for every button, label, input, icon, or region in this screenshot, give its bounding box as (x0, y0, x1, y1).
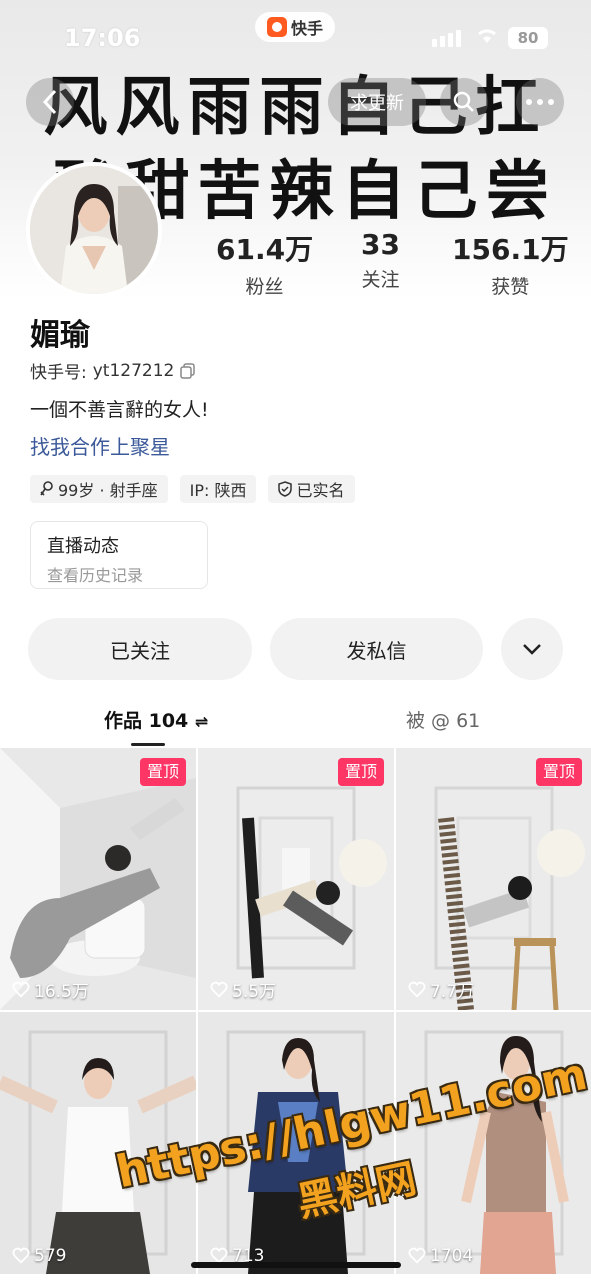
battery-indicator: 80 (508, 27, 548, 49)
like-count-value: 7.7万 (430, 982, 475, 1002)
stat-following[interactable]: 33 关注 (361, 228, 400, 292)
profile-tags: 99岁 · 射手座 IP: 陕西 已实名 (30, 475, 355, 503)
stat-followers[interactable]: 61.4万 粉丝 (216, 228, 313, 299)
request-update-button[interactable]: 求更新 (328, 78, 426, 126)
like-count: 5.5万 (210, 977, 276, 1002)
wifi-icon (476, 26, 498, 50)
chevron-left-icon (42, 89, 57, 115)
pinned-badge: 置顶 (337, 758, 384, 786)
stat-likes[interactable]: 156.1万 获赞 (452, 228, 569, 299)
profile-bio: 一個不善言辭的女人! (30, 399, 209, 421)
heart-icon (408, 1247, 426, 1264)
video-card[interactable]: 置顶 16.5万 (0, 748, 196, 1010)
like-count: 7.7万 (408, 977, 474, 1002)
followers-label: 粉丝 (245, 276, 284, 298)
verified-tag: 已实名 (268, 475, 355, 503)
heart-icon (210, 981, 228, 998)
tab-works[interactable]: 作品 104 ⇌ (104, 706, 208, 733)
followed-button[interactable]: 已关注 (28, 618, 252, 680)
search-icon (453, 91, 474, 112)
home-indicator (191, 1262, 401, 1268)
female-icon (40, 481, 53, 496)
tab-mentions[interactable]: 被 @ 61 (406, 706, 480, 733)
likes-count: 156.1万 (452, 233, 569, 266)
signal-icon (432, 30, 461, 47)
like-count-value: 579 (34, 1246, 67, 1266)
dropdown-button[interactable] (501, 618, 563, 680)
live-history-card[interactable]: 直播动态 查看历史记录 (30, 521, 208, 589)
heart-icon (12, 1247, 30, 1264)
live-title: 直播动态 (47, 536, 119, 557)
kuaishou-logo-icon (266, 17, 287, 37)
app-name: 快手 (290, 19, 323, 38)
tab-works-label: 作品 104 (104, 710, 189, 732)
like-count: 16.5万 (12, 977, 89, 1002)
live-subtitle: 查看历史记录 (47, 566, 144, 585)
likes-label: 获赞 (491, 276, 530, 298)
tab-underline (131, 743, 165, 746)
ip-tag: IP: 陕西 (179, 475, 257, 503)
avatar[interactable] (26, 162, 162, 298)
kuaishou-id: yt127212 (92, 360, 175, 381)
following-count: 33 (361, 228, 400, 261)
back-button[interactable] (26, 78, 74, 126)
app-badge: 快手 (255, 12, 335, 42)
kuaishou-id-label: 快手号: (30, 363, 87, 383)
pinned-badge: 置顶 (139, 758, 186, 786)
like-count: 579 (12, 1246, 66, 1266)
content-tabs: 作品 104 ⇌ 被 @ 61 (0, 700, 591, 748)
message-button[interactable]: 发私信 (270, 618, 483, 680)
cooperation-link[interactable]: 找我合作上聚星 (30, 431, 170, 460)
chevron-down-icon (523, 644, 541, 655)
video-grid: 置顶 16.5万 置顶 5.5万 置顶 7.7万 579 713 1704 (0, 748, 591, 1280)
followers-count: 61.4万 (216, 233, 314, 266)
heart-icon (12, 981, 30, 998)
video-card[interactable]: 置顶 7.7万 (396, 748, 591, 1010)
following-label: 关注 (361, 269, 400, 291)
banner-text-line1: 风风雨雨自己扛 (43, 70, 548, 145)
age-tag: 99岁 · 射手座 (30, 475, 168, 503)
age-tag-label: 99岁 · 射手座 (58, 481, 158, 500)
pinned-badge: 置顶 (535, 758, 582, 786)
like-count-value: 16.5万 (34, 982, 89, 1002)
heart-icon (408, 981, 426, 998)
video-card[interactable]: 置顶 5.5万 (198, 748, 394, 1010)
search-button[interactable] (440, 78, 488, 126)
more-button[interactable] (516, 78, 564, 126)
switch-sort-icon[interactable]: ⇌ (195, 712, 208, 731)
status-time: 17:06 (64, 24, 141, 52)
copy-icon[interactable] (180, 362, 196, 379)
shield-icon (278, 481, 293, 497)
video-card[interactable]: 1704 (396, 1012, 591, 1274)
like-count: 1704 (408, 1246, 473, 1266)
like-count-value: 1704 (430, 1246, 474, 1266)
profile-name: 媚瑜 (30, 318, 90, 353)
more-dots-icon (526, 99, 554, 105)
like-count-value: 5.5万 (232, 982, 277, 1002)
verified-label: 已实名 (296, 481, 345, 500)
kuaishou-id-row: 快手号: yt127212 (30, 358, 196, 383)
